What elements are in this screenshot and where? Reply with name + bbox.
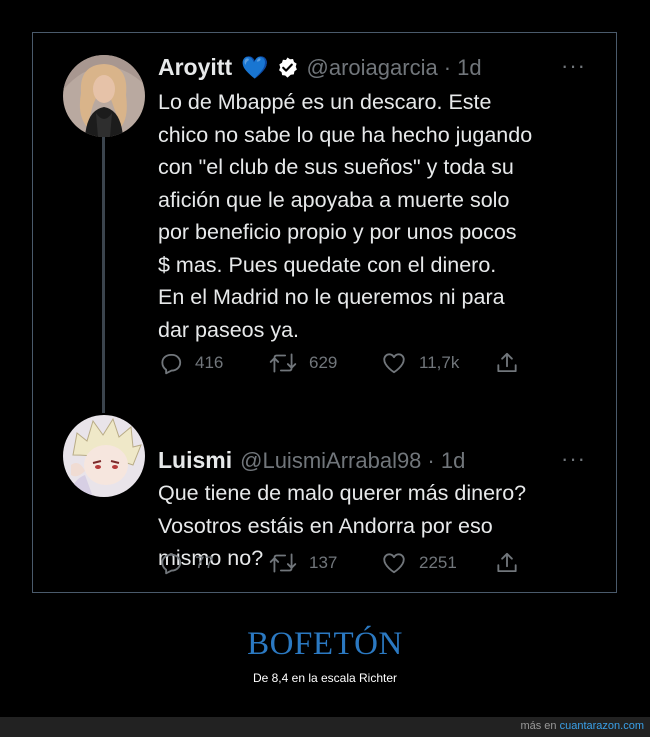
like-icon — [380, 350, 408, 376]
retweet-count: 629 — [309, 353, 338, 372]
share-icon — [494, 550, 520, 576]
more-options-button[interactable]: ··· — [561, 53, 586, 79]
tweet-actions: 416 629 11,7k — [158, 350, 598, 378]
tweet-thread-card: Aroyitt 💙 @aroiagarcia · 1d ··· Lo de Mb… — [32, 32, 617, 593]
reply-button[interactable]: 77 — [158, 550, 214, 576]
retweet-icon — [268, 350, 298, 376]
tweet-body-line: chico no sabe lo que ha hecho jugando — [158, 122, 533, 147]
tweet-body-line: $ mas. Pues quedate con el dinero. — [158, 252, 497, 277]
retweet-button[interactable]: 629 — [268, 350, 337, 376]
tweet-body-line: con "el club de sus sueños" y toda su — [158, 155, 514, 179]
tweet-body-line: por beneficio propio y por unos pocos — [158, 220, 517, 244]
like-icon — [380, 550, 408, 576]
tweet-body-line: Lo de Mbappé es un descaro. Este — [158, 90, 492, 114]
retweet-count: 137 — [309, 553, 338, 572]
reply-icon — [158, 350, 184, 376]
footer-credit: más en cuantarazon.com — [520, 720, 644, 732]
like-count: 2251 — [419, 553, 457, 572]
tweet-actions: 77 137 2251 — [158, 550, 598, 578]
user-handle[interactable]: @aroiagarcia — [307, 55, 438, 81]
like-button[interactable]: 2251 — [380, 550, 457, 576]
reply-icon — [158, 550, 184, 576]
display-name[interactable]: Aroyitt — [158, 54, 232, 81]
tweet-time[interactable]: · 1d — [427, 448, 465, 474]
retweet-button[interactable]: 137 — [268, 550, 337, 576]
share-button[interactable] — [494, 350, 520, 376]
tweet-body-line: dar paseos ya. — [158, 317, 300, 342]
footer-link[interactable]: cuantarazon.com — [560, 720, 644, 732]
tweet-body-line: En el Madrid no le queremos ni para — [158, 285, 505, 309]
retweet-icon — [268, 550, 298, 576]
like-count: 11,7k — [419, 353, 460, 372]
blue-heart-emoji: 💙 — [241, 54, 269, 80]
tweet-1[interactable]: Aroyitt 💙 @aroiagarcia · 1d ··· Lo de Mb… — [33, 33, 616, 413]
avatar[interactable] — [63, 415, 145, 497]
caption-subtitle: De 8,4 en la escala Richter — [252, 671, 398, 685]
tweet-header: Luismi @LuismiArrabal98 · 1d — [158, 447, 465, 474]
display-name[interactable]: Luismi — [158, 447, 232, 474]
like-button[interactable]: 11,7k — [380, 350, 459, 376]
reply-button[interactable]: 416 — [158, 350, 223, 376]
caption-title: BOFETÓN — [247, 626, 403, 662]
share-button[interactable] — [494, 550, 520, 576]
footer-bar: más en cuantarazon.com — [0, 717, 650, 737]
verified-badge-icon — [276, 56, 299, 79]
tweet-body: Lo de Mbappé es un descaro. Este chico n… — [158, 86, 598, 346]
tweet-time[interactable]: · 1d — [444, 55, 482, 81]
user-handle[interactable]: @LuismiArrabal98 — [240, 448, 421, 474]
tweet-body-line: Vosotros estáis en Andorra por eso — [158, 513, 493, 538]
tweet-body-line: afición que le apoyaba a muerte solo — [158, 187, 510, 212]
reply-count: 77 — [195, 553, 214, 572]
tweet-body-line: Que tiene de malo querer más dinero? — [158, 481, 527, 505]
reply-count: 416 — [195, 353, 224, 372]
more-options-button[interactable]: ··· — [561, 446, 586, 472]
footer-prefix: más en — [520, 720, 557, 732]
tweet-2[interactable]: Luismi @LuismiArrabal98 · 1d ··· Que tie… — [33, 413, 616, 593]
avatar[interactable] — [63, 55, 145, 137]
share-icon — [494, 350, 520, 376]
avatar-image — [63, 55, 145, 137]
avatar-image — [63, 415, 145, 497]
tweet-header: Aroyitt 💙 @aroiagarcia · 1d — [158, 54, 482, 81]
